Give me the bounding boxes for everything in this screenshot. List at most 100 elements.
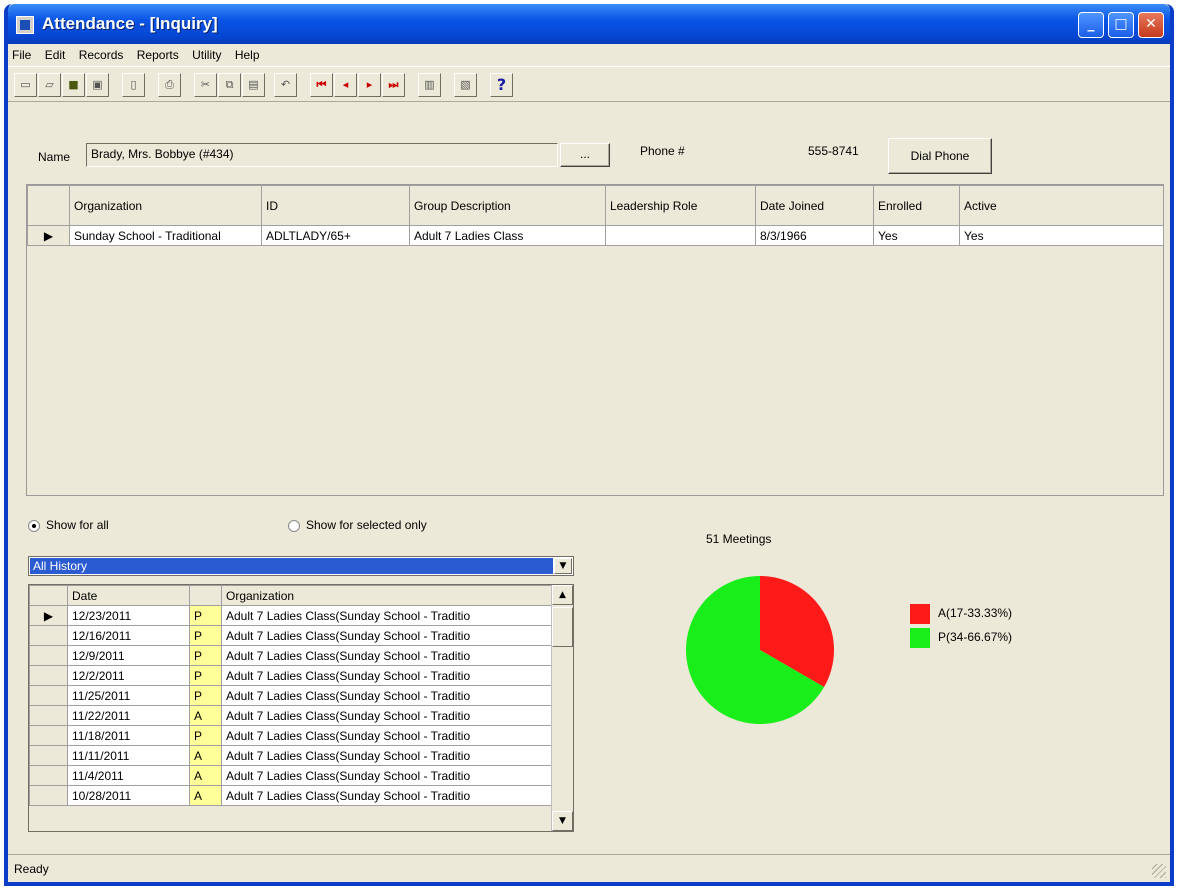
col-group-description[interactable]: Group Description [409,185,606,226]
save-button[interactable]: ▣ [86,73,109,97]
row-selector-icon[interactable] [29,705,68,726]
menu-reports[interactable]: Reports [133,44,185,62]
cell-code[interactable]: P [189,665,222,686]
first-record-button[interactable]: ⏮ [310,73,333,97]
groups-row[interactable]: ▶ Sunday School - Traditional ADLTLADY/65+… [27,225,1164,246]
row-selector-icon[interactable] [29,745,68,766]
show-for-all-radio[interactable] [28,519,40,532]
history-row[interactable]: 11/22/2011 A Adult 7 Ladies Class(Sunday S… [29,705,552,726]
menu-utility[interactable]: Utility [188,44,227,62]
cell-code[interactable]: P [189,625,222,646]
row-selector-icon[interactable] [29,665,68,686]
cell-code[interactable]: A [189,705,222,726]
menu-records[interactable]: Records [75,44,130,62]
paste-button[interactable]: ▤ [242,73,265,97]
cell-active[interactable]: Yes [959,225,1164,246]
cell-leadership-role[interactable] [605,225,756,246]
cell-organization[interactable]: Sunday School - Traditional [69,225,262,246]
col-active[interactable]: Active [959,185,1164,226]
open-button[interactable]: ▱ [38,73,61,97]
show-selected-radio[interactable] [288,519,300,532]
help-button[interactable]: ? [490,73,513,97]
scroll-up-button[interactable]: ▲ [552,585,573,605]
copy-button[interactable]: ⧉ [218,73,241,97]
maximize-button[interactable]: □ [1108,12,1134,38]
cell-code[interactable]: A [189,785,222,806]
cell-organization[interactable]: Adult 7 Ladies Class(Sunday School - Tra… [221,765,552,786]
history-row[interactable]: 12/2/2011 P Adult 7 Ladies Class(Sunday Sc… [29,665,552,686]
cell-date[interactable]: 12/23/2011 [67,605,190,626]
cell-organization[interactable]: Adult 7 Ladies Class(Sunday School - Tra… [221,685,552,706]
menu-edit[interactable]: Edit [41,44,72,62]
cell-date-joined[interactable]: 8/3/1966 [755,225,874,246]
notes-button[interactable]: ▧ [454,73,477,97]
cell-date[interactable]: 11/11/2011 [67,745,190,766]
next-record-button[interactable]: ▸ [358,73,381,97]
name-field[interactable]: Brady, Mrs. Bobbye (#434) [86,143,558,167]
history-filter-select[interactable]: All History ▼ [28,556,574,576]
cell-code[interactable]: P [189,605,222,626]
cell-organization[interactable]: Adult 7 Ladies Class(Sunday School - Tra… [221,645,552,666]
history-row[interactable]: 12/16/2011 P Adult 7 Ladies Class(Sunday S… [29,625,552,646]
cell-organization[interactable]: Adult 7 Ladies Class(Sunday School - Tra… [221,605,552,626]
history-row[interactable]: 12/9/2011 P Adult 7 Ladies Class(Sunday Sc… [29,645,552,666]
title-bar[interactable]: Attendance - [Inquiry] _ □ ✕ [8,4,1170,44]
history-row[interactable]: ▶ 12/23/2011 P Adult 7 Ladies Class(Sunday … [29,605,552,626]
row-selector-icon[interactable] [29,645,68,666]
cell-date[interactable]: 12/9/2011 [67,645,190,666]
row-selector-icon[interactable] [29,785,68,806]
col-leadership-role[interactable]: Leadership Role [605,185,756,226]
scroll-thumb[interactable] [552,607,573,647]
open-folder-button[interactable]: ■ [62,73,85,97]
cell-group-description[interactable]: Adult 7 Ladies Class [409,225,606,246]
cell-code[interactable]: P [189,725,222,746]
history-row[interactable]: 11/25/2011 P Adult 7 Ladies Class(Sunday S… [29,685,552,706]
row-selector-icon[interactable] [29,765,68,786]
col-id[interactable]: ID [261,185,410,226]
cell-organization[interactable]: Adult 7 Ladies Class(Sunday School - Tra… [221,665,552,686]
cell-code[interactable]: P [189,645,222,666]
cell-code[interactable]: A [189,765,222,786]
report-button[interactable]: ▥ [418,73,441,97]
show-selected-option[interactable]: Show for selected only [288,518,427,532]
new-button[interactable]: ▭ [14,73,37,97]
history-filter-dropdown[interactable]: ▼ [554,558,572,574]
cell-date[interactable]: 12/16/2011 [67,625,190,646]
cell-enrolled[interactable]: Yes [873,225,960,246]
row-selector-icon[interactable] [29,685,68,706]
col-date-joined[interactable]: Date Joined [755,185,874,226]
cell-date[interactable]: 11/4/2011 [67,765,190,786]
browse-button[interactable]: ... [560,143,610,167]
row-selector-icon[interactable] [29,625,68,646]
cell-date[interactable]: 10/28/2011 [67,785,190,806]
col-organization[interactable]: Organization [69,185,262,226]
col-date[interactable]: Date [67,585,190,606]
cell-organization[interactable]: Adult 7 Ladies Class(Sunday School - Tra… [221,725,552,746]
cell-date[interactable]: 12/2/2011 [67,665,190,686]
row-selector-icon[interactable]: ▶ [29,605,68,626]
cell-organization[interactable]: Adult 7 Ladies Class(Sunday School - Tra… [221,705,552,726]
menu-help[interactable]: Help [231,44,266,62]
cell-code[interactable]: P [189,685,222,706]
undo-button[interactable]: ↶ [274,73,297,97]
history-row[interactable]: 11/4/2011 A Adult 7 Ladies Class(Sunday Sc… [29,765,552,786]
dial-phone-button[interactable]: Dial Phone [888,138,992,174]
cell-code[interactable]: A [189,745,222,766]
cell-organization[interactable]: Adult 7 Ladies Class(Sunday School - Tra… [221,785,552,806]
show-for-all-option[interactable]: Show for all [28,518,109,532]
scroll-down-button[interactable]: ▼ [552,811,573,831]
col-enrolled[interactable]: Enrolled [873,185,960,226]
cell-organization[interactable]: Adult 7 Ladies Class(Sunday School - Tra… [221,625,552,646]
history-row[interactable]: 10/28/2011 A Adult 7 Ladies Class(Sunday S… [29,785,552,806]
history-scrollbar[interactable]: ▲ ▼ [551,585,573,831]
previous-record-button[interactable]: ◂ [334,73,357,97]
menu-file[interactable]: File [8,44,37,62]
row-selector-icon[interactable] [29,725,68,746]
resize-grip[interactable] [1152,864,1166,878]
history-row[interactable]: 11/18/2011 P Adult 7 Ladies Class(Sunday S… [29,725,552,746]
cell-organization[interactable]: Adult 7 Ladies Class(Sunday School - Tra… [221,745,552,766]
last-record-button[interactable]: ⏭ [382,73,405,97]
col-code[interactable] [189,585,222,606]
minimize-button[interactable]: _ [1078,12,1104,38]
cut-button[interactable]: ✂ [194,73,217,97]
